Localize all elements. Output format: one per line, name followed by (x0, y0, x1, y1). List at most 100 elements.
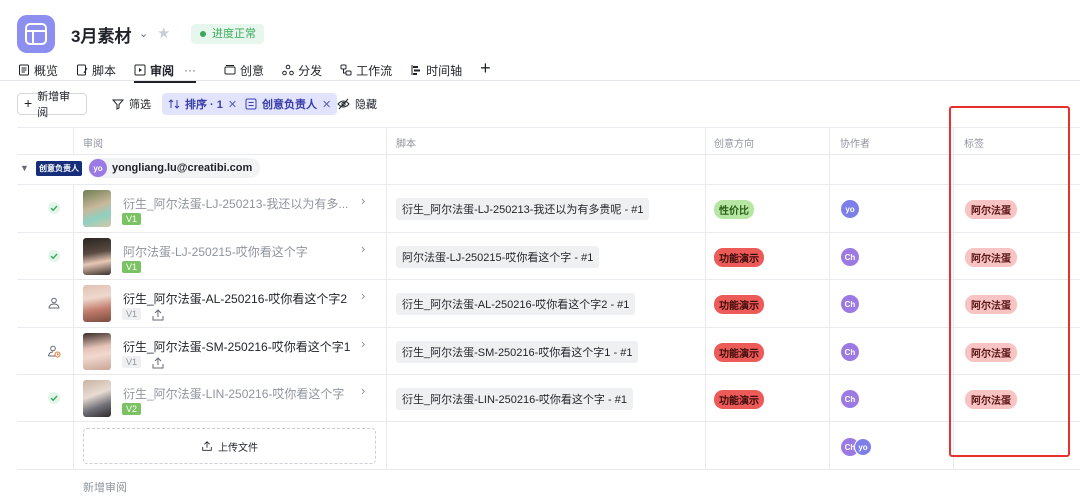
collaborator-avatars: Ch yo (841, 438, 872, 456)
tab-label: 概览 (34, 63, 59, 78)
doc-list-icon (19, 64, 29, 76)
chevron-right-icon[interactable]: › (361, 193, 365, 208)
script-chip[interactable]: 衍生_阿尔法蛋-AL-250216-哎你看这个字2 - #1 (396, 293, 636, 315)
avatar: yo (854, 438, 872, 456)
review-item-title[interactable]: 衍生_阿尔法蛋-SM-250216-哎你看这个字1 (123, 338, 350, 355)
chevron-down-icon[interactable]: ⌄ (139, 27, 148, 40)
group-user-email: yongliang.lu@creatibi.com (112, 162, 253, 174)
column-header-script[interactable]: 脚本 (396, 135, 416, 150)
thumbnail[interactable] (83, 285, 111, 322)
tab-creative[interactable]: 创意 (224, 61, 264, 79)
group-header[interactable]: ▼ 创意负责人 yo yongliang.lu@creatibi.com (20, 158, 261, 178)
tab-label: 审阅 (150, 63, 175, 78)
divider (0, 80, 1080, 81)
add-review-row[interactable]: 新增审阅 (83, 479, 127, 495)
tab-distribute[interactable]: 分发 (282, 61, 322, 79)
column-header-collaborator[interactable]: 协作者 (840, 135, 870, 150)
thumbnail[interactable] (83, 380, 111, 417)
filter-button[interactable]: 筛选 (112, 93, 151, 115)
direction-tag: 功能演示 (714, 390, 764, 409)
upload-icon[interactable] (151, 308, 165, 322)
collaborator-avatar: Ch (841, 248, 859, 266)
chevron-right-icon[interactable]: › (361, 336, 365, 351)
column-header-direction[interactable]: 创意方向 (714, 135, 754, 150)
status-badge: 进度正常 (191, 24, 264, 44)
chevron-right-icon[interactable]: › (361, 383, 365, 398)
group-icon (245, 98, 257, 110)
user-pending-icon (48, 345, 61, 358)
more-icon[interactable]: ··· (184, 63, 196, 77)
script-chip[interactable]: 衍生_阿尔法蛋-LIN-250216-哎你看这个字 - #1 (396, 388, 633, 410)
filter-icon (112, 99, 124, 110)
close-icon[interactable]: ✕ (228, 98, 237, 111)
sort-button[interactable]: 排序 · 1 ✕ (162, 93, 244, 115)
tab-label: 工作流 (356, 63, 393, 78)
direction-tag: 性价比 (714, 200, 754, 219)
column-header-review[interactable]: 审阅 (83, 135, 103, 150)
approved-check-icon (48, 250, 60, 262)
page-title: 3月素材 (71, 27, 132, 46)
close-icon[interactable]: ✕ (322, 98, 331, 111)
approved-check-icon (48, 392, 60, 404)
tab-label: 时间轴 (426, 63, 463, 78)
review-item-title[interactable]: 衍生_阿尔法蛋-AL-250216-哎你看这个字2 (123, 290, 347, 307)
table-row[interactable]: 衍生_阿尔法蛋-LJ-250213-我还以为有多... › V1 衍生_阿尔法蛋… (0, 185, 1080, 232)
tab-script[interactable]: 脚本 (76, 61, 116, 79)
plus-icon: + (24, 95, 33, 111)
star-icon[interactable]: ★ (157, 24, 170, 42)
new-review-button[interactable]: + 新增审阅 (17, 91, 87, 119)
tab-label: 脚本 (92, 63, 117, 78)
tab-review[interactable]: 审阅 ··· (134, 61, 197, 83)
table-border (17, 154, 1080, 155)
tab-workflow[interactable]: 工作流 (340, 61, 392, 79)
upload-label: 上传文件 (218, 442, 258, 454)
tab-overview[interactable]: 概览 (18, 61, 58, 79)
script-chip[interactable]: 阿尔法蛋-LJ-250215-哎你看这个字 - #1 (396, 246, 600, 268)
review-item-title[interactable]: 衍生_阿尔法蛋-LJ-250213-我还以为有多... (123, 195, 348, 212)
tab-label: 分发 (298, 63, 323, 78)
script-chip[interactable]: 衍生_阿尔法蛋-LJ-250213-我还以为有多贵呢 - #1 (396, 198, 650, 220)
table-row[interactable]: 衍生_阿尔法蛋-SM-250216-哎你看这个字1 › V1 衍生_阿尔法蛋-S… (0, 328, 1080, 375)
collaborator-avatar: yo (841, 200, 859, 218)
tab-timeline[interactable]: 时间轴 (410, 61, 462, 79)
table-row[interactable]: 阿尔法蛋-LJ-250215-哎你看这个字 › V1 阿尔法蛋-LJ-25021… (0, 233, 1080, 280)
upload-icon[interactable] (151, 356, 165, 370)
version-badge: V1 (122, 261, 142, 273)
thumbnail[interactable] (83, 190, 111, 227)
new-review-label: 新增审阅 (37, 91, 71, 119)
distribute-icon (282, 64, 294, 76)
user-icon (48, 297, 60, 309)
table-border (17, 469, 1080, 470)
chevron-right-icon[interactable]: › (361, 241, 365, 256)
direction-tag: 功能演示 (714, 295, 764, 314)
group-user-chip: yo yongliang.lu@creatibi.com (88, 158, 261, 178)
script-chip[interactable]: 衍生_阿尔法蛋-SM-250216-哎你看这个字1 - #1 (396, 341, 639, 363)
direction-tag: 功能演示 (714, 248, 764, 267)
creative-icon (224, 65, 236, 75)
table-row[interactable]: 衍生_阿尔法蛋-LIN-250216-哎你看这个字 › V2 衍生_阿尔法蛋-L… (0, 375, 1080, 422)
table-border (17, 127, 1080, 128)
thumbnail[interactable] (83, 238, 111, 275)
group-field-tag: 创意负责人 (36, 160, 82, 176)
table-border (73, 127, 74, 154)
review-item-title[interactable]: 衍生_阿尔法蛋-LIN-250216-哎你看这个字 (123, 385, 344, 402)
group-by-button[interactable]: 创意负责人 ✕ (239, 93, 338, 115)
caret-down-icon[interactable]: ▼ (20, 163, 30, 173)
hide-fields-button[interactable]: 隐藏 (337, 93, 377, 115)
approved-check-icon (48, 202, 60, 214)
chevron-right-icon[interactable]: › (361, 288, 365, 303)
eye-hidden-icon (337, 98, 350, 110)
version-badge: V1 (122, 213, 142, 225)
add-tab-button[interactable]: + (480, 58, 491, 81)
version-badge: V1 (122, 308, 142, 320)
thumbnail[interactable] (83, 333, 111, 370)
review-item-title[interactable]: 阿尔法蛋-LJ-250215-哎你看这个字 (123, 243, 308, 260)
direction-tag: 功能演示 (714, 343, 764, 362)
tab-bar: 概览 脚本 审阅 ··· 创意 分发 工作流 时间轴 + (18, 58, 491, 83)
timeline-icon (411, 65, 421, 75)
table-row[interactable]: 衍生_阿尔法蛋-AL-250216-哎你看这个字2 › V1 衍生_阿尔法蛋-A… (0, 280, 1080, 327)
filter-label: 筛选 (129, 99, 151, 111)
upload-icon (202, 441, 212, 451)
collaborator-avatar: Ch (841, 295, 859, 313)
upload-file-button[interactable]: 上传文件 (83, 428, 376, 464)
